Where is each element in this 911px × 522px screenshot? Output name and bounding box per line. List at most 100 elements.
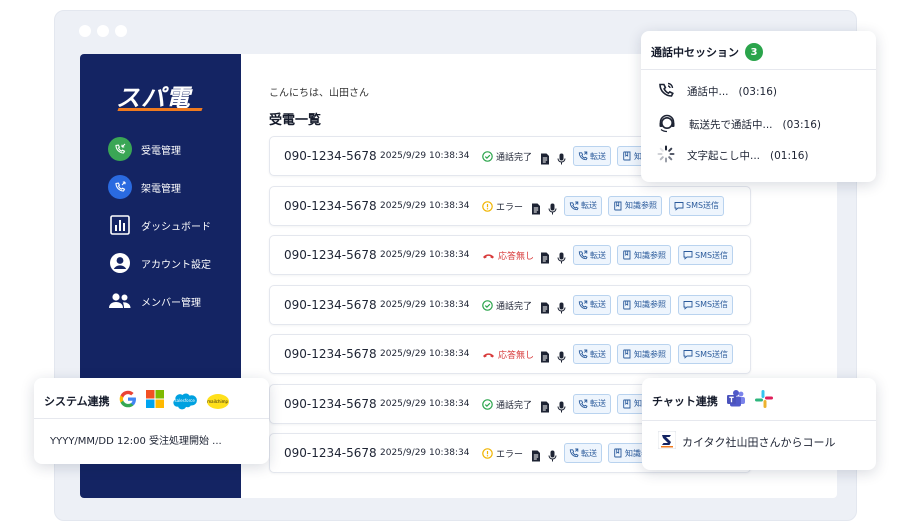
salesforce-logo-text: salesforce (174, 398, 195, 403)
sms-label: SMS送信 (686, 201, 720, 210)
microsoft-logo-icon (145, 390, 164, 412)
call-row[interactable]: 090-1234-5678 2025/9/29 10:38:34 エラー 転送 知識参照… (269, 185, 751, 226)
transfer-button[interactable]: 転送 (573, 294, 611, 315)
transfer-button[interactable]: 転送 (573, 344, 611, 364)
knowledge-label: 知識参照 (634, 300, 666, 309)
caller-phone-number: 090-1234-5678 (284, 248, 377, 262)
call-row[interactable]: 090-1234-5678 2025/9/29 10:38:34 応答無し 転送 知識参… (269, 334, 751, 374)
session-item[interactable]: 転送先で通話中... (03:16) (657, 113, 821, 136)
transcript-document-icon[interactable] (531, 447, 542, 462)
outgoing-call-icon (108, 175, 132, 199)
transcript-document-icon[interactable] (540, 398, 551, 412)
transcript-document-icon[interactable] (540, 299, 551, 313)
check-circle-icon (482, 299, 493, 311)
call-datetime: 2025/9/29 10:38:34 (380, 151, 470, 161)
book-icon (623, 250, 631, 260)
recording-mic-icon[interactable] (557, 249, 568, 264)
book-icon (614, 201, 622, 210)
sidebar-item-members[interactable]: メンバー管理 (108, 289, 201, 313)
teams-logo-icon (726, 389, 746, 413)
google-logo-icon (118, 389, 138, 413)
knowledge-button[interactable]: 知識参照 (617, 294, 671, 315)
chat-message[interactable]: カイタク社山田さんからコール (657, 430, 836, 453)
system-log-message: YYYY/MM/DD 12:00 受注処理開始 ... (50, 436, 222, 447)
call-row[interactable]: 090-1234-56782025/9/29 10:38:34 通話完了 転送 知識参… (269, 284, 751, 325)
call-status: 通話完了 (482, 299, 532, 312)
call-row[interactable]: 090-1234-5678 2025/9/29 10:38:34 応答無し 転送 知識参… (269, 235, 751, 275)
transfer-button[interactable]: 転送 (564, 195, 602, 216)
call-status-label: 応答無し (498, 252, 535, 262)
sms-button[interactable]: SMS送信 (678, 344, 734, 364)
window-dot-minimize[interactable] (97, 25, 109, 37)
session-label: 通話中... (687, 86, 729, 98)
window-dot-close[interactable] (79, 25, 91, 37)
book-icon (623, 151, 631, 161)
app-logo[interactable]: スパ電 (116, 78, 203, 112)
knowledge-label: 知識参照 (625, 201, 657, 210)
session-item[interactable]: 通話中... (03:16) (657, 81, 777, 102)
recording-mic-icon[interactable] (548, 200, 559, 214)
recording-mic-icon[interactable] (557, 150, 568, 165)
call-datetime: 2025/9/29 10:38:34 (380, 250, 470, 260)
sidebar-item-outgoing[interactable]: 架電管理 (108, 175, 181, 199)
window-dot-maximize[interactable] (115, 25, 127, 37)
missed-call-icon (482, 350, 495, 359)
recording-mic-icon[interactable] (548, 447, 559, 462)
knowledge-button[interactable]: 知識参照 (617, 245, 671, 265)
book-icon (623, 349, 631, 359)
knowledge-button[interactable]: 知識参照 (608, 195, 662, 216)
transfer-button[interactable]: 転送 (573, 393, 611, 414)
sidebar-item-label: 架電管理 (141, 183, 181, 195)
caller-phone-number: 090-1234-5678 (284, 396, 377, 411)
divider (34, 418, 269, 419)
session-label: 転送先で通話中... (689, 119, 773, 131)
error-circle-icon (482, 448, 493, 459)
sidebar-item-dashboard[interactable]: ダッシュボード (108, 213, 211, 237)
window-controls (79, 25, 127, 37)
transfer-label: 転送 (590, 349, 606, 359)
transfer-call-icon (569, 201, 579, 210)
slack-logo-icon (754, 389, 774, 413)
transcript-document-icon[interactable] (540, 348, 551, 363)
mailchimp-logo-icon: mailchimp (206, 392, 230, 410)
sidebar-item-label: アカウント設定 (141, 259, 211, 271)
call-status: 通話完了 (482, 398, 532, 411)
recording-mic-icon[interactable] (557, 299, 568, 313)
transfer-label: 転送 (590, 399, 606, 408)
sms-button[interactable]: SMS送信 (669, 195, 725, 216)
transcript-document-icon[interactable] (531, 200, 542, 214)
page-title: 受電一覧 (269, 113, 322, 128)
recording-mic-icon[interactable] (557, 398, 568, 412)
transfer-call-icon (578, 399, 588, 408)
transcript-document-icon[interactable] (540, 150, 551, 165)
session-item[interactable]: 文字起こし中... (01:16) (657, 145, 808, 166)
sidebar-item-incoming[interactable]: 受電管理 (108, 137, 181, 161)
members-icon (108, 289, 132, 313)
transcript-document-icon[interactable] (540, 249, 551, 264)
sidebar-item-label: メンバー管理 (141, 297, 201, 309)
transfer-button[interactable]: 転送 (573, 245, 611, 265)
recording-mic-icon[interactable] (557, 348, 568, 363)
sms-button[interactable]: SMS送信 (678, 294, 734, 315)
mailchimp-logo-text: mailchimp (207, 399, 229, 404)
call-status-label: エラー (496, 450, 524, 460)
transfer-button[interactable]: 転送 (564, 443, 602, 463)
knowledge-label: 知識参照 (634, 250, 666, 260)
dashboard-chart-icon (108, 213, 132, 237)
call-status: 通話完了 (482, 150, 532, 163)
call-status: 応答無し (482, 348, 534, 361)
caller-phone-number: 090-1234-5678 (284, 347, 377, 361)
sms-button[interactable]: SMS送信 (678, 245, 734, 265)
transfer-button[interactable]: 転送 (573, 146, 611, 166)
transfer-call-icon (569, 448, 579, 458)
caller-phone-number: 090-1234-5678 (284, 198, 377, 213)
transfer-label: 転送 (590, 151, 606, 161)
missed-call-icon (482, 251, 495, 260)
supaden-app-icon (657, 430, 677, 453)
knowledge-button[interactable]: 知識参照 (617, 344, 671, 364)
knowledge-label: 知識参照 (634, 349, 666, 359)
transfer-label: 転送 (590, 300, 606, 309)
sidebar-item-account[interactable]: アカウント設定 (108, 251, 211, 275)
check-circle-icon (482, 398, 493, 410)
book-icon (614, 448, 622, 458)
